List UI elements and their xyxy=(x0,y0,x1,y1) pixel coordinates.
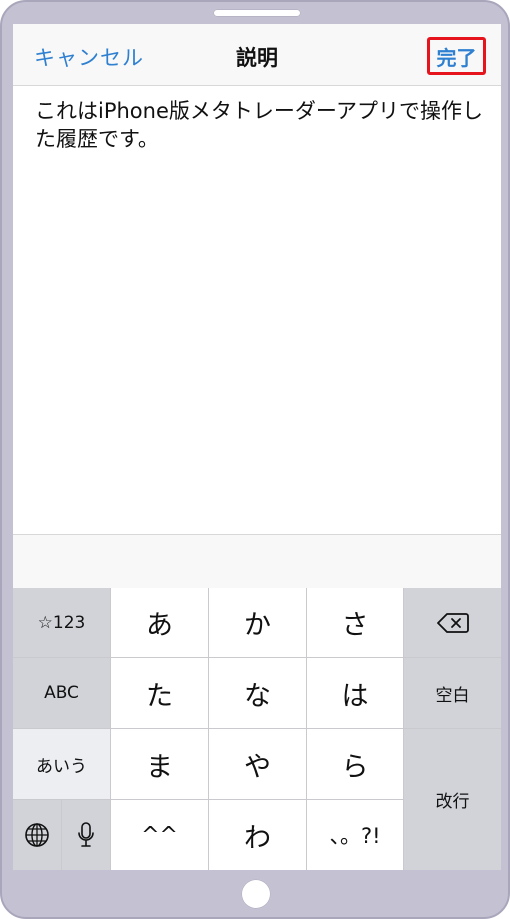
microphone-key[interactable] xyxy=(62,800,110,870)
numbers-mode-key[interactable]: ☆123 xyxy=(13,588,110,657)
kana-keyboard: ☆123 あ か さ ABC た な は 空白 あいう ま や ら 改行 ^^ … xyxy=(13,588,501,870)
key-ta[interactable]: た xyxy=(111,658,208,728)
key-ra[interactable]: ら xyxy=(307,729,403,799)
globe-key[interactable] xyxy=(13,800,61,870)
description-textarea[interactable]: これはiPhone版メタトレーダーアプリで操作した履歴です。 xyxy=(35,97,485,153)
speaker-grille xyxy=(213,9,301,17)
screen: キャンセル 説明 完了 これはiPhone版メタトレーダーアプリで操作した履歴で… xyxy=(13,24,501,870)
keyboard-accessory-bar xyxy=(13,534,501,588)
return-key[interactable]: 改行 xyxy=(404,729,501,870)
key-sa[interactable]: さ xyxy=(307,588,403,657)
home-button[interactable] xyxy=(241,879,271,909)
navigation-bar: キャンセル 説明 完了 xyxy=(13,24,501,86)
key-na[interactable]: な xyxy=(209,658,306,728)
globe-icon xyxy=(24,822,50,848)
key-ha[interactable]: は xyxy=(307,658,403,728)
abc-mode-key[interactable]: ABC xyxy=(13,658,110,728)
key-ma[interactable]: ま xyxy=(111,729,208,799)
delete-left-icon xyxy=(436,612,469,634)
key-ka[interactable]: か xyxy=(209,588,306,657)
done-button-highlight[interactable]: 完了 xyxy=(427,37,486,75)
punctuation-key[interactable]: 、。?! xyxy=(307,800,403,870)
key-a[interactable]: あ xyxy=(111,588,208,657)
phone-frame: キャンセル 説明 完了 これはiPhone版メタトレーダーアプリで操作した履歴で… xyxy=(0,0,510,919)
backspace-key[interactable] xyxy=(404,588,501,657)
space-key[interactable]: 空白 xyxy=(404,658,501,728)
kana-mode-key[interactable]: あいう xyxy=(13,729,110,799)
dakuten-key[interactable]: ^^ xyxy=(111,800,208,870)
done-button[interactable]: 完了 xyxy=(437,42,477,71)
key-ya[interactable]: や xyxy=(209,729,306,799)
key-wa[interactable]: わ xyxy=(209,800,306,870)
microphone-icon xyxy=(77,821,95,849)
